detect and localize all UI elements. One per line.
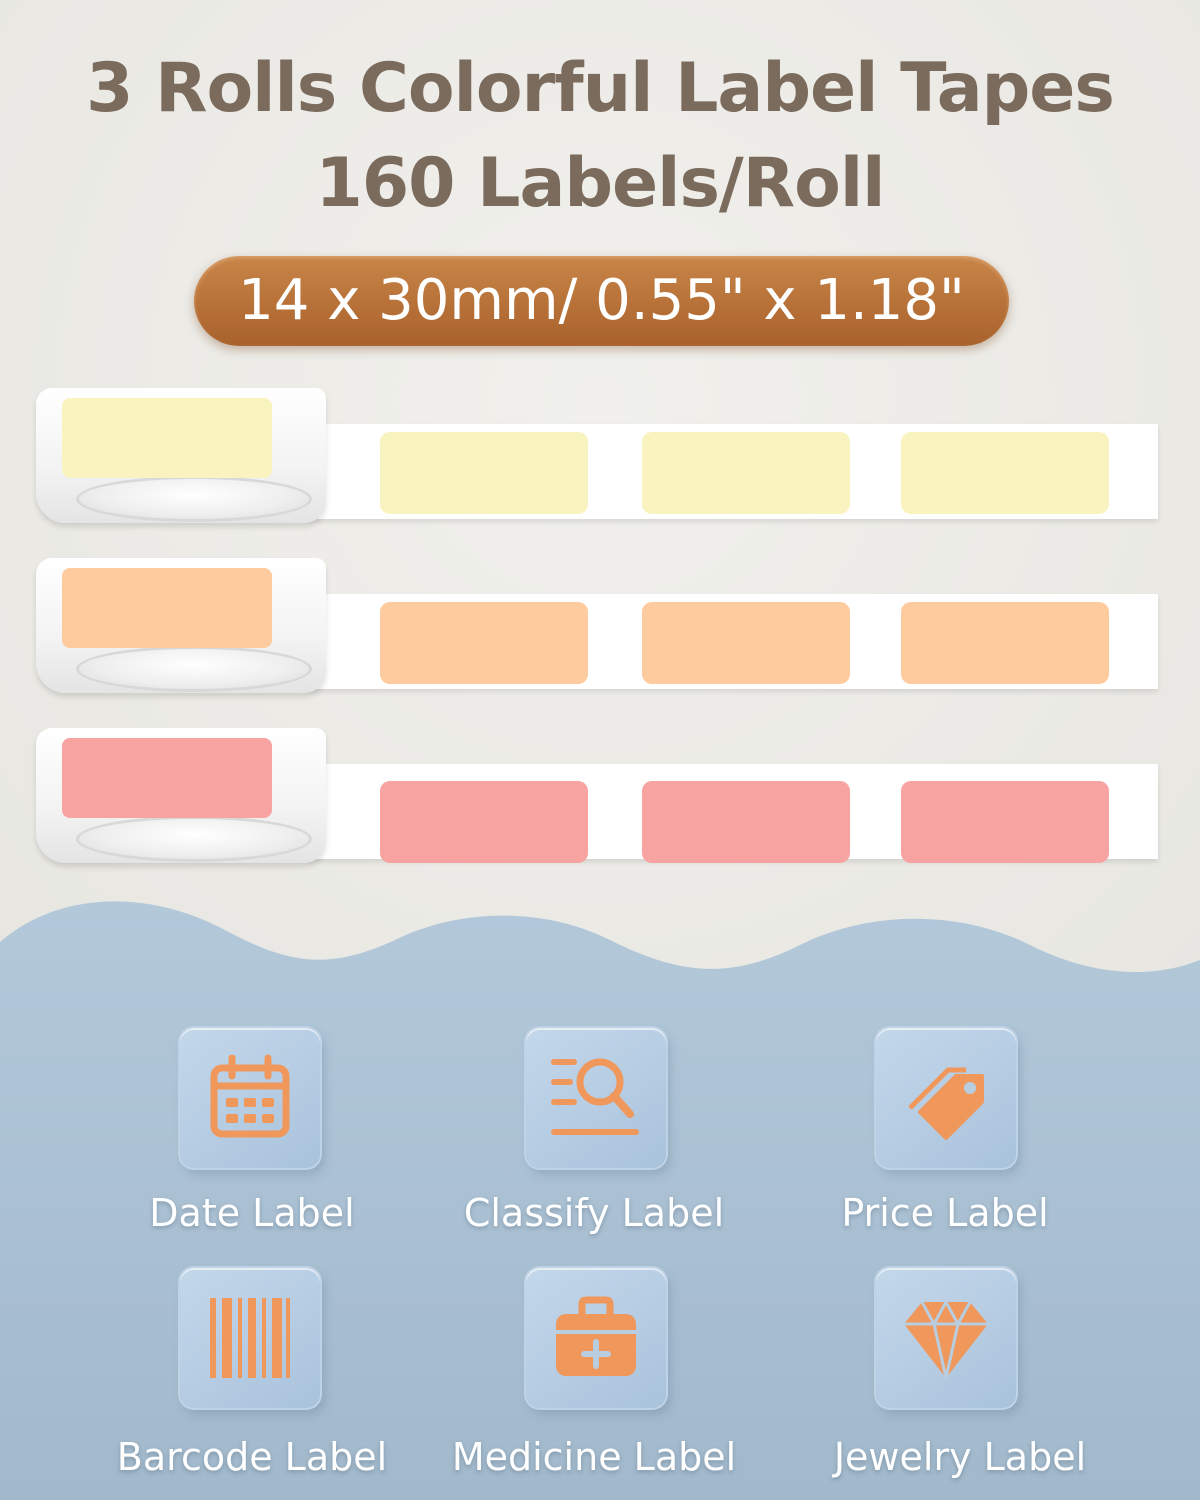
label-sticker [642, 432, 850, 514]
label-sticker [380, 781, 588, 863]
date-label-caption: Date Label [149, 1191, 355, 1235]
label-sticker [901, 432, 1109, 514]
label-roll-orange [36, 558, 1160, 693]
label-sticker [642, 602, 850, 684]
medicine-label-tile [526, 1268, 666, 1408]
label-sticker [901, 602, 1109, 684]
price-label-caption: Price Label [841, 1191, 1049, 1235]
classify-label-caption: Classify Label [463, 1191, 725, 1235]
uses-section: Date Label Classify Label Price Label Ba… [0, 870, 1200, 1500]
label-roll-yellow [36, 388, 1160, 523]
label-sticker [642, 781, 850, 863]
price-tag-icon [908, 1067, 984, 1140]
barcode-label-caption: Barcode Label [116, 1435, 388, 1479]
medicine-label-caption: Medicine Label [451, 1435, 737, 1479]
calendar-icon [210, 1054, 290, 1138]
jewelry-label-tile [876, 1268, 1016, 1408]
spool-label [62, 738, 272, 818]
label-sticker [901, 781, 1109, 863]
label-sticker [380, 602, 588, 684]
date-label-tile [180, 1028, 320, 1168]
classify-label-tile [526, 1028, 666, 1168]
medicine-kit-icon [556, 1296, 636, 1376]
spool-core [76, 646, 312, 692]
label-roll-pink [36, 728, 1160, 863]
size-badge: 14 x 30mm/ 0.55" x 1.18" [194, 256, 1009, 346]
price-label-tile [876, 1028, 1016, 1168]
product-title-line-1: 3 Rolls Colorful Label Tapes [86, 49, 1115, 128]
spool-label [62, 398, 272, 478]
diamond-icon [904, 1300, 988, 1380]
barcode-label-tile [180, 1268, 320, 1408]
spool-core [76, 476, 312, 522]
barcode-icon [210, 1298, 290, 1378]
spool-core [76, 816, 312, 862]
product-title-line-2: 160 Labels/Roll [315, 144, 886, 223]
spool-label [62, 568, 272, 648]
jewelry-label-caption: Jewelry Label [833, 1435, 1087, 1479]
label-sticker [380, 432, 588, 514]
classify-search-icon [551, 1058, 639, 1135]
